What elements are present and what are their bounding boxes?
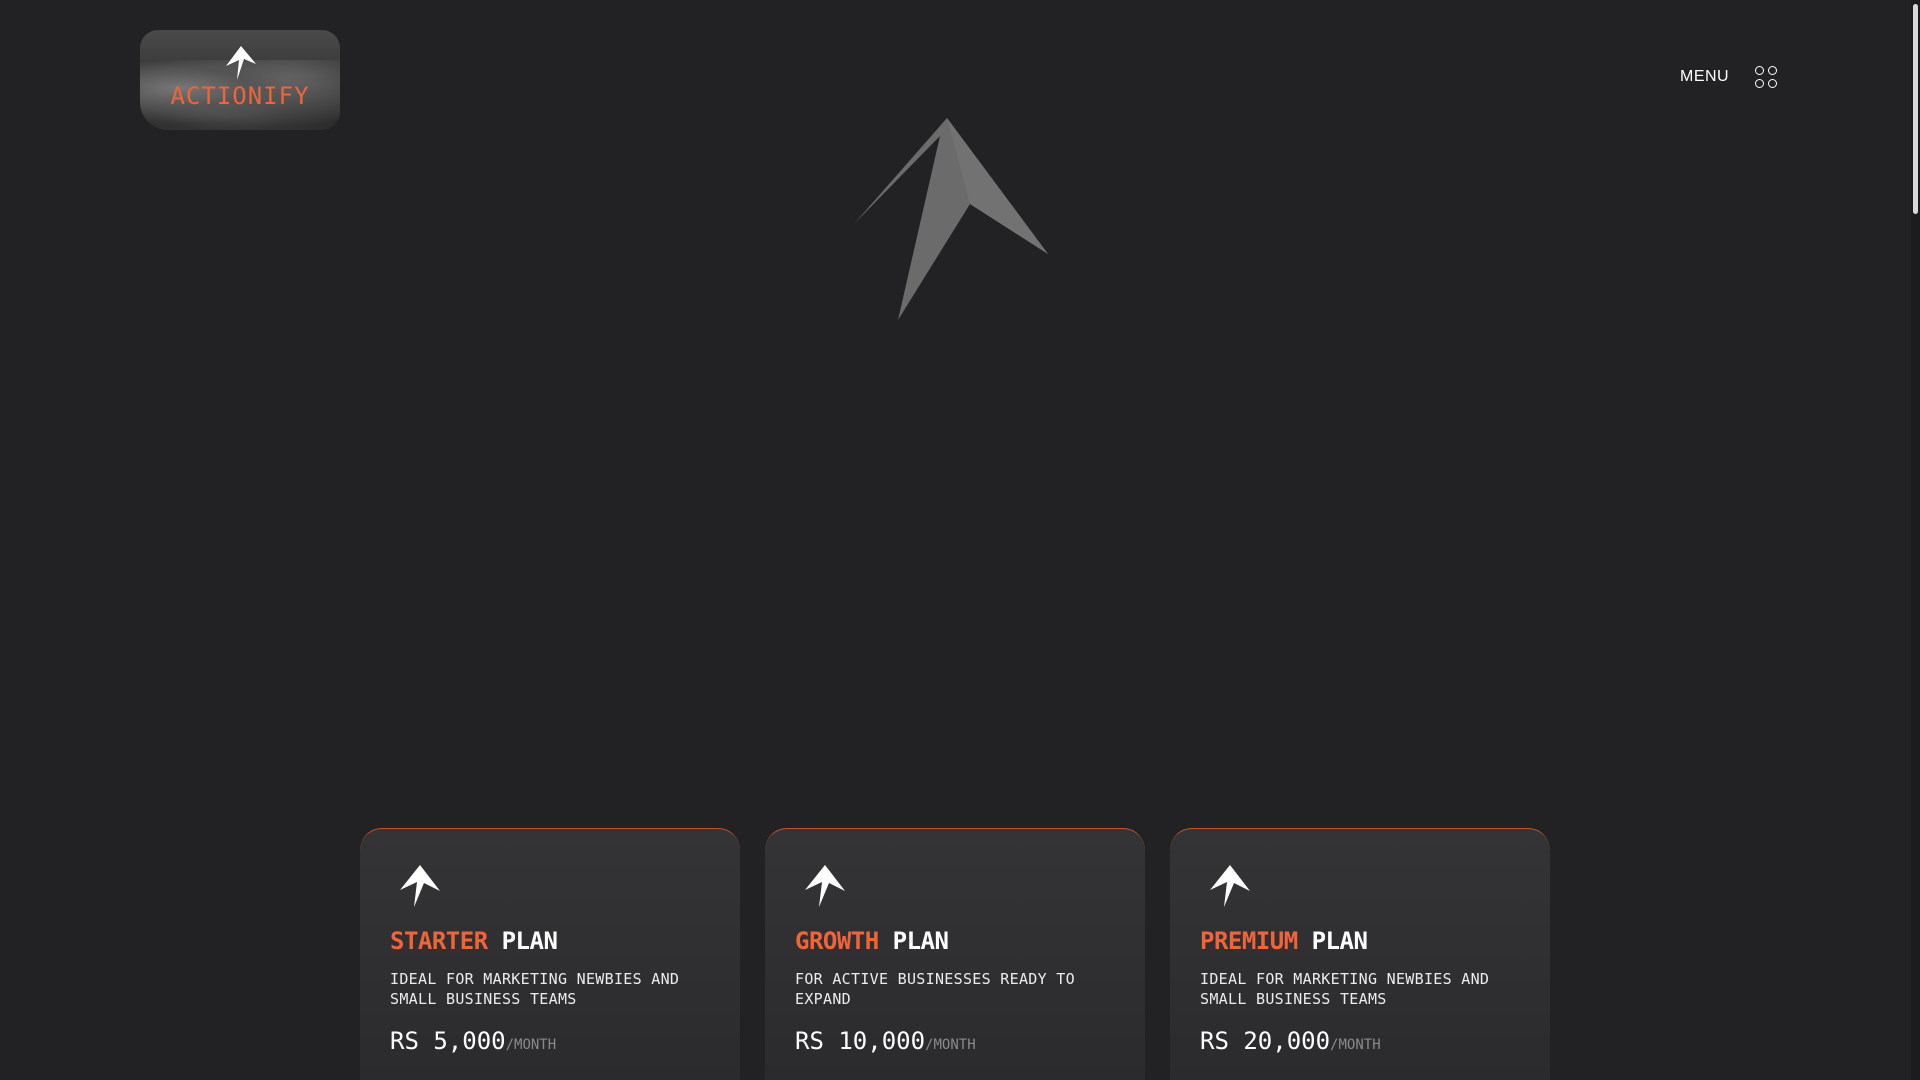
plan-title: STARTER PLAN bbox=[390, 927, 710, 955]
plan-price-period: /MONTH bbox=[1330, 1037, 1381, 1053]
plan-card-growth[interactable]: GROWTH PLAN FOR ACTIVE BUSINESSES READY … bbox=[765, 828, 1145, 1080]
arrow-logo-icon bbox=[226, 46, 256, 80]
plan-card-premium[interactable]: PREMIUM PLAN IDEAL FOR MARKETING NEWBIES… bbox=[1170, 828, 1550, 1080]
hero-arrow-icon bbox=[854, 118, 1048, 320]
plan-price-amount: RS 5,000 bbox=[390, 1027, 506, 1055]
plan-price-period: /MONTH bbox=[925, 1037, 976, 1053]
plan-description: IDEAL FOR MARKETING NEWBIES AND SMALL BU… bbox=[390, 970, 680, 1008]
plan-title-accent: STARTER bbox=[390, 927, 488, 955]
plan-title-rest: PLAN bbox=[487, 927, 558, 955]
plan-description: FOR ACTIVE BUSINESSES READY TO EXPAND bbox=[795, 970, 1075, 1008]
plan-price: RS 10,000 /MONTH bbox=[795, 1027, 1115, 1055]
plan-title: PREMIUM PLAN bbox=[1200, 927, 1520, 955]
grid-dots-icon bbox=[1755, 66, 1778, 88]
plan-price: RS 20,000 /MONTH bbox=[1200, 1027, 1520, 1055]
plan-description: IDEAL FOR MARKETING NEWBIES AND SMALL BU… bbox=[1200, 970, 1490, 1008]
menu-button[interactable]: MENU bbox=[1680, 66, 1778, 88]
plan-title: GROWTH PLAN bbox=[795, 927, 1115, 955]
menu-label: MENU bbox=[1680, 68, 1730, 85]
scrollbar-thumb[interactable] bbox=[1913, 4, 1918, 214]
arrow-logo-icon bbox=[805, 865, 845, 907]
plan-title-rest: PLAN bbox=[1297, 927, 1368, 955]
plan-price-period: /MONTH bbox=[505, 1037, 557, 1053]
arrow-logo-icon bbox=[1210, 865, 1250, 907]
plan-price: RS 5,000 /MONTH bbox=[390, 1027, 710, 1055]
page-scrollbar[interactable] bbox=[1911, 0, 1920, 1080]
page: ACTIONIFY MENU STARTER PLAN IDEAL FOR MA… bbox=[0, 0, 1920, 1080]
site-logo[interactable]: ACTIONIFY bbox=[140, 30, 340, 130]
plan-title-rest: PLAN bbox=[878, 927, 949, 955]
plan-price-amount: RS 20,000 bbox=[1200, 1027, 1331, 1055]
logo-text: ACTIONIFY bbox=[170, 82, 310, 110]
plan-title-accent: GROWTH bbox=[795, 927, 879, 955]
plan-price-amount: RS 10,000 bbox=[795, 1027, 926, 1055]
arrow-logo-icon bbox=[400, 865, 440, 907]
plan-card-starter[interactable]: STARTER PLAN IDEAL FOR MARKETING NEWBIES… bbox=[360, 828, 740, 1080]
plan-title-accent: PREMIUM bbox=[1200, 927, 1298, 955]
